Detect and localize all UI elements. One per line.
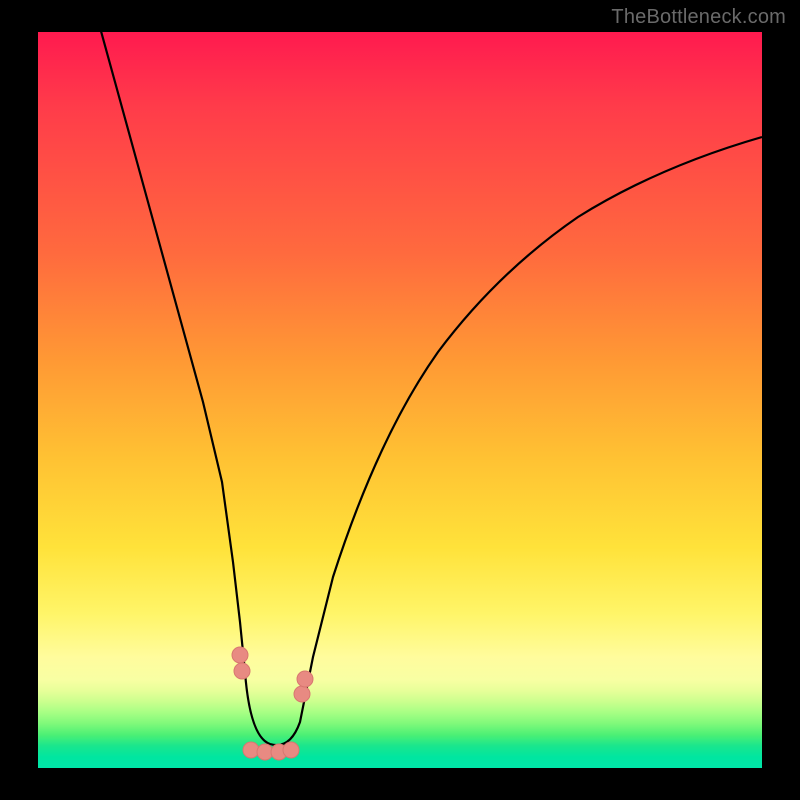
chart-frame: TheBottleneck.com [0,0,800,800]
curve-path [93,32,762,745]
bottleneck-curve [38,32,762,768]
min-markers [232,647,313,760]
plot-area [38,32,762,768]
watermark-text: TheBottleneck.com [611,6,786,29]
